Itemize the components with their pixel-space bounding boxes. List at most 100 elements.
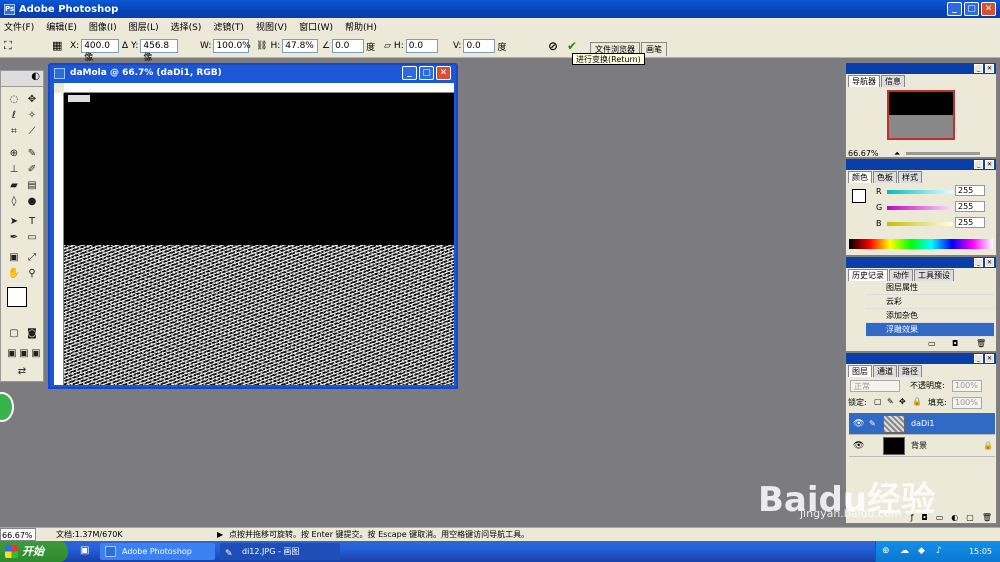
channel-b-value[interactable]: 255 <box>955 217 985 228</box>
image-black-region[interactable] <box>64 93 454 245</box>
reference-point-icon[interactable]: ▦ <box>52 39 62 52</box>
tab-paths[interactable]: 路径 <box>898 365 922 377</box>
eraser-tool-icon[interactable]: ▰ <box>7 179 21 192</box>
lock-position-icon[interactable]: ✥ <box>899 397 906 406</box>
angle-input[interactable]: 0.0 <box>332 39 365 53</box>
eyedropper-tool-icon[interactable]: ⤢ <box>25 251 39 264</box>
vskew-input[interactable]: 0.0 <box>463 39 496 53</box>
tab-history[interactable]: 历史记录 <box>848 269 888 281</box>
healing-brush-tool-icon[interactable]: ⊕ <box>7 147 21 160</box>
height-input[interactable]: 47.8% <box>282 39 319 53</box>
status-zoom[interactable]: 66.67% <box>0 528 36 541</box>
shape-tool-icon[interactable]: ▭ <box>25 231 39 244</box>
panel-header[interactable]: _ ✕ <box>846 257 996 268</box>
menu-edit[interactable]: 编辑(E) <box>46 20 77 33</box>
link-icon[interactable]: ⛓ <box>256 41 267 51</box>
navigator-thumbnail[interactable] <box>887 90 955 140</box>
color-foreground-swatch[interactable] <box>852 189 866 203</box>
channel-r-slider[interactable] <box>887 190 953 194</box>
layer-set-icon[interactable]: ▭ <box>936 513 944 523</box>
blend-mode-select[interactable]: 正常 <box>850 380 900 392</box>
y-input[interactable]: 456.8 像 <box>140 39 179 63</box>
panel-close-icon[interactable]: ✕ <box>985 64 994 73</box>
lock-pixels-icon[interactable]: ✎ <box>887 397 894 406</box>
menu-window[interactable]: 窗口(W) <box>299 20 333 33</box>
show-desktop-icon[interactable]: ▣ <box>80 545 89 556</box>
lock-all-icon[interactable]: 🔒 <box>912 397 922 406</box>
panel-close-icon[interactable]: ✕ <box>985 160 994 169</box>
doc-maximize-button[interactable]: ▢ <box>419 66 434 80</box>
menu-select[interactable]: 选择(S) <box>171 20 202 33</box>
image-embossed-texture[interactable] <box>64 245 454 385</box>
commit-transform-icon[interactable]: ✔ <box>567 39 577 53</box>
history-new-document-icon[interactable]: ◘ <box>952 339 958 348</box>
gradient-tool-icon[interactable]: ▤ <box>25 179 39 192</box>
foreground-color-swatch[interactable] <box>7 287 27 307</box>
channel-r-value[interactable]: 255 <box>955 185 985 196</box>
minimize-button[interactable]: _ <box>947 2 962 16</box>
layer-row[interactable]: 👁 ✎ daDi1 <box>849 413 995 435</box>
magic-wand-tool-icon[interactable]: ✧ <box>25 109 39 122</box>
tab-styles[interactable]: 样式 <box>898 171 922 183</box>
start-button[interactable]: 开始 <box>0 541 68 562</box>
tab-info[interactable]: 信息 <box>881 75 905 87</box>
menu-help[interactable]: 帮助(H) <box>345 20 377 33</box>
toolbox-header-icon[interactable]: ◐ <box>1 71 43 87</box>
tab-actions[interactable]: 动作 <box>889 269 913 281</box>
doc-close-button[interactable]: ✕ <box>436 66 451 80</box>
history-item[interactable]: 云彩 <box>866 295 994 309</box>
width-input[interactable]: 100.0% <box>213 39 251 53</box>
volume-icon[interactable]: ♪ <box>936 541 942 562</box>
taskbar-item-paint[interactable]: ✎ di12.JPG - 画图 <box>220 543 340 560</box>
panel-header[interactable]: _ ✕ <box>846 159 996 170</box>
standard-mode-icon[interactable]: ▢ <box>7 327 21 340</box>
new-layer-icon[interactable]: ▢ <box>966 513 974 523</box>
panel-minimize-icon[interactable]: _ <box>974 64 983 73</box>
menu-image[interactable]: 图像(I) <box>89 20 117 33</box>
tray-app-icon[interactable]: ⊕ <box>882 541 890 562</box>
history-item-selected[interactable]: 浮雕效果 <box>866 323 994 337</box>
panel-close-icon[interactable]: ✕ <box>985 354 994 363</box>
doc-minimize-button[interactable]: _ <box>402 66 417 80</box>
maximize-button[interactable]: ▢ <box>964 2 979 16</box>
tab-tool-presets[interactable]: 工具预设 <box>914 269 954 281</box>
tray-app-icon[interactable]: ☁ <box>900 541 909 562</box>
menu-filter[interactable]: 滤镜(T) <box>213 20 244 33</box>
tab-swatches[interactable]: 色板 <box>873 171 897 183</box>
x-input[interactable]: 400.0 像 <box>81 39 120 63</box>
panel-minimize-icon[interactable]: _ <box>974 354 983 363</box>
hskew-input[interactable]: 0.0 <box>405 39 438 53</box>
menu-layer[interactable]: 图层(L) <box>129 20 159 33</box>
lock-transparency-icon[interactable]: ▢ <box>874 397 882 406</box>
tab-color[interactable]: 颜色 <box>848 171 872 183</box>
delete-layer-icon[interactable]: 🗑 <box>982 513 992 523</box>
slice-tool-icon[interactable]: ⟋ <box>25 125 39 138</box>
panel-header[interactable]: _ ✕ <box>846 63 996 74</box>
pen-tool-icon[interactable]: ✒ <box>7 231 21 244</box>
adjustment-layer-icon[interactable]: ◐ <box>951 513 958 523</box>
marquee-tool-icon[interactable]: ◌ <box>7 93 21 106</box>
panel-header[interactable]: _ ✕ <box>846 353 996 364</box>
channel-g-value[interactable]: 255 <box>955 201 985 212</box>
channel-g-slider[interactable] <box>887 206 953 210</box>
history-item[interactable]: 添加杂色 <box>866 309 994 323</box>
canvas-area[interactable] <box>54 83 454 385</box>
channel-b-slider[interactable] <box>887 222 953 226</box>
lasso-tool-icon[interactable]: ℓ <box>7 109 21 122</box>
navigator-zoom[interactable]: 66.67% <box>848 149 879 158</box>
history-snapshot-icon[interactable]: ▭ <box>928 339 936 348</box>
zoom-slider[interactable] <box>906 152 980 155</box>
notes-tool-icon[interactable]: ▣ <box>7 251 21 264</box>
brush-tool-icon[interactable]: ✎ <box>25 147 39 160</box>
panel-minimize-icon[interactable]: _ <box>974 258 983 267</box>
jump-to-imageready-icon[interactable]: ⇄ <box>7 365 37 378</box>
hand-tool-icon[interactable]: ✋ <box>7 267 21 280</box>
close-button[interactable]: ✕ <box>981 2 996 16</box>
move-tool-icon[interactable]: ✥ <box>25 93 39 106</box>
panel-minimize-icon[interactable]: _ <box>974 160 983 169</box>
blur-tool-icon[interactable]: ◊ <box>7 195 21 208</box>
tray-app-icon[interactable]: ◆ <box>918 541 925 562</box>
history-item[interactable]: 图层属性 <box>866 281 994 295</box>
color-spectrum-bar[interactable] <box>849 239 993 249</box>
history-brush-tool-icon[interactable]: ✐ <box>25 163 39 176</box>
